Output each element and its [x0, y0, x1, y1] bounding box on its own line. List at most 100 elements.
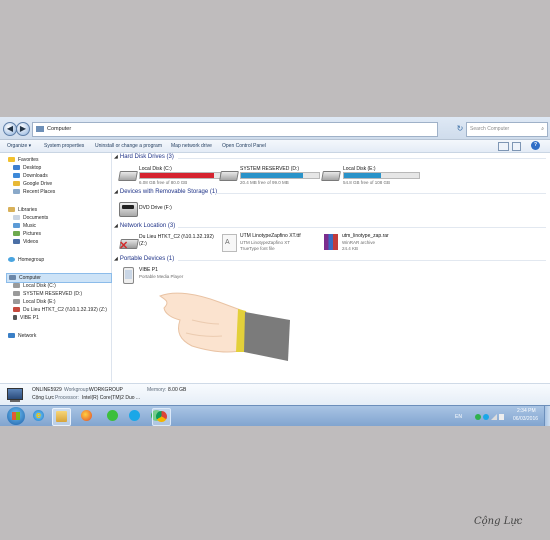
- font-glyph: A: [225, 239, 230, 246]
- line-icon: [107, 410, 118, 421]
- nav-item-system-reserved-d[interactable]: SYSTEM RESERVED (D:): [13, 290, 82, 298]
- taskbar-internet-explorer[interactable]: e: [30, 408, 47, 424]
- vibe-p1-device-item[interactable]: VIBE P1 Portable Media Player: [118, 266, 208, 286]
- drive-usage-fill: [344, 173, 381, 178]
- search-input[interactable]: Search Computer ⌕: [466, 122, 548, 137]
- collapse-icon: ◢: [114, 154, 118, 160]
- nav-item-local-disk-c[interactable]: Local Disk (C:): [13, 282, 56, 290]
- device-name: VIBE P1: [139, 267, 158, 273]
- nav-libraries[interactable]: Libraries: [8, 206, 37, 214]
- network-drive-name: Du Lieu HTKT_C2 (\\10.1.32.192): [139, 234, 214, 240]
- device-type: Portable Media Player: [139, 274, 184, 279]
- file-name: utm_linotype_zap.rar: [342, 233, 389, 239]
- back-button[interactable]: ◀: [3, 122, 17, 136]
- search-icon: ⌕: [541, 126, 544, 132]
- nav-item-downloads[interactable]: Downloads: [13, 172, 48, 180]
- rar-file-item[interactable]: utm_linotype_zap.rar WinRAR archive 24.4…: [322, 233, 422, 255]
- font-file-item[interactable]: A UTM LinotypeZapfino XT.ttf UTM Linotyp…: [220, 233, 320, 255]
- nav-item-documents[interactable]: Documents: [13, 214, 48, 222]
- nav-item-local-disk-e[interactable]: Local Disk (E:): [13, 298, 56, 306]
- preview-pane-icon[interactable]: [512, 142, 521, 151]
- computer-name: ONLINE5929: [32, 387, 62, 393]
- group-hard-disk-drives[interactable]: ◢ Hard Disk Drives (3): [114, 154, 174, 160]
- skype-tray-icon[interactable]: [483, 414, 489, 420]
- file-size: 24.4 KB: [342, 246, 359, 251]
- dvd-logo: [122, 205, 134, 209]
- start-button[interactable]: [7, 407, 25, 425]
- disconnected-drive-icon: [13, 307, 20, 313]
- nav-network[interactable]: Network: [8, 332, 36, 340]
- nav-item-pictures[interactable]: Pictures: [13, 230, 41, 238]
- taskbar-windows-explorer[interactable]: [52, 408, 71, 426]
- nav-item-google-drive[interactable]: Google Drive: [13, 180, 52, 188]
- drive-usage-fill: [241, 173, 303, 178]
- group-label: Devices with Removable Storage (1): [119, 189, 218, 195]
- nav-item-vibe-p1[interactable]: VIBE P1: [13, 314, 39, 322]
- hard-drive-icon: [13, 291, 20, 297]
- group-removable-storage[interactable]: ◢ Devices with Removable Storage (1): [114, 189, 217, 195]
- refresh-icon[interactable]: ↻: [455, 122, 465, 135]
- hard-drive-icon: [321, 171, 341, 181]
- drive-item-e[interactable]: Local Disk (E:) 54.8 GB free of 108 GB: [321, 166, 421, 186]
- nav-label: Downloads: [23, 173, 48, 179]
- nav-item-music[interactable]: Music: [13, 222, 36, 230]
- user-name: Cộng Lực: [32, 395, 54, 401]
- file-name: UTM LinotypeZapfino XT.ttf: [240, 233, 301, 239]
- nav-label: Pictures: [23, 231, 42, 237]
- view-options-icon[interactable]: [498, 142, 509, 151]
- workgroup-label: Workgroup:: [64, 387, 90, 393]
- clock-date[interactable]: 06/03/2016: [513, 416, 538, 422]
- show-desktop-button[interactable]: [544, 406, 550, 426]
- uninstall-program-button[interactable]: Uninstall or change a program: [95, 140, 162, 152]
- chrome-icon: [156, 411, 167, 422]
- address-box[interactable]: Computer: [32, 122, 438, 137]
- nav-item-network-drive-z[interactable]: Du Lieu HTKT_C2 (\\10.1.32.192) (Z:): [13, 306, 107, 314]
- nav-label: Google Drive: [23, 181, 53, 187]
- pictures-icon: [13, 231, 20, 237]
- group-divider: [178, 227, 546, 228]
- drive-usage-bar: [139, 172, 221, 179]
- map-network-drive-button[interactable]: Map network drive: [171, 140, 212, 152]
- hard-drive-icon: [13, 299, 20, 305]
- windows-logo-icon: [12, 412, 20, 420]
- nav-favorites[interactable]: Favorites: [8, 156, 39, 164]
- volume-icon[interactable]: [499, 414, 504, 420]
- open-control-panel-button[interactable]: Open Control Panel: [222, 140, 266, 152]
- clock-time[interactable]: 2:34 PM: [517, 408, 536, 414]
- system-properties-button[interactable]: System properties: [44, 140, 84, 152]
- organize-button[interactable]: Organize ▾: [7, 140, 31, 152]
- disconnected-x-icon: ✕: [119, 240, 129, 252]
- group-network-location[interactable]: ◢ Network Location (3): [114, 223, 175, 229]
- nav-item-videos[interactable]: Videos: [13, 238, 38, 246]
- taskbar-skype[interactable]: [126, 408, 143, 424]
- taskbar-firefox[interactable]: [78, 408, 95, 424]
- dvd-drive-item[interactable]: DVD Drive (F:): [118, 200, 198, 220]
- network-drive-item[interactable]: ✕ Du Lieu HTKT_C2 (\\10.1.32.192) (Z:): [118, 233, 218, 255]
- drive-item-c[interactable]: Local Disk (C:) 6.08 GB free of 80.0 GB: [118, 166, 221, 186]
- drive-free-space: 20.4 MB free of 99.0 MB: [240, 180, 289, 185]
- firefox-icon: [81, 410, 92, 421]
- whatsapp-tray-icon[interactable]: [475, 414, 481, 420]
- search-placeholder: Search Computer: [470, 126, 510, 132]
- network-signal-icon[interactable]: [491, 414, 497, 420]
- command-bar: Organize ▾ System properties Uninstall o…: [0, 140, 550, 153]
- drive-item-d[interactable]: SYSTEM RESERVED (D:) 20.4 MB free of 99.…: [219, 166, 320, 186]
- group-portable-devices[interactable]: ◢ Portable Devices (1): [114, 256, 174, 262]
- music-icon: [13, 223, 20, 229]
- help-icon[interactable]: ?: [531, 141, 540, 150]
- nav-label: Homegroup: [18, 257, 45, 263]
- computer-stand: [10, 400, 20, 402]
- language-indicator[interactable]: EN: [455, 414, 462, 420]
- file-type: WinRAR archive: [342, 240, 376, 245]
- breadcrumb[interactable]: Computer: [47, 123, 71, 136]
- winrar-icon: [324, 234, 338, 250]
- phone-icon: [13, 315, 17, 321]
- nav-homegroup[interactable]: Homegroup: [8, 256, 44, 264]
- forward-button[interactable]: ▶: [16, 122, 30, 136]
- nav-item-recent-places[interactable]: Recent Places: [13, 188, 55, 196]
- taskbar-line[interactable]: [104, 408, 121, 424]
- documents-icon: [13, 215, 20, 221]
- taskbar-chrome[interactable]: [152, 408, 171, 426]
- content-pane: ◢ Hard Disk Drives (3) Local Disk (C:) 6.…: [112, 153, 550, 382]
- nav-item-desktop[interactable]: Desktop: [13, 164, 41, 172]
